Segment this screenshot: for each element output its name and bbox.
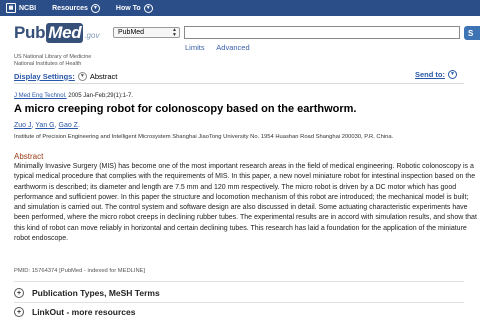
logo-med: Med — [46, 23, 84, 43]
author-link[interactable]: Yan G — [35, 122, 54, 129]
section-label: LinkOut - more resources — [32, 307, 136, 317]
limits-link[interactable]: Limits — [185, 43, 205, 52]
journal-citation: J Med Eng Technol. 2005 Jan-Feb;29(1):1-… — [14, 93, 133, 99]
expand-plus-icon: + — [14, 288, 24, 298]
pmid-line: PMID: 15764374 [PubMed - indexed for MED… — [14, 268, 146, 274]
resources-menu-label: Resources — [52, 4, 88, 12]
chevron-down-icon[interactable]: ▼ — [448, 70, 457, 79]
ncbi-brand-text: NCBI — [19, 4, 37, 12]
divider — [14, 302, 464, 303]
pubmed-header: Pub Med .gov US National Library of Medici… — [0, 16, 480, 68]
chevron-down-icon: ▼ — [143, 3, 153, 13]
send-to-link[interactable]: Send to: — [415, 70, 445, 79]
section-linkout[interactable]: + LinkOut - more resources — [14, 307, 135, 317]
ncbi-logo-icon: ▦ — [6, 3, 16, 13]
logo-pub: Pub — [14, 23, 46, 42]
logo-tagline: US National Library of Medicine National… — [14, 54, 91, 68]
how-to-menu-label: How To — [115, 4, 141, 12]
display-settings-link[interactable]: Display Settings: — [14, 72, 75, 81]
tagline-line-2: National Institutes of Health — [14, 61, 82, 67]
section-label: Publication Types, MeSH Terms — [32, 288, 160, 298]
author-link[interactable]: Gao Z — [59, 122, 78, 129]
ncbi-logo[interactable]: ▦ NCBI — [6, 3, 36, 13]
send-to-control[interactable]: Send to: ▼ — [415, 70, 460, 79]
search-button-label: S — [468, 28, 474, 38]
article-title: A micro creeping robot for colonoscopy b… — [14, 103, 357, 115]
search-input[interactable] — [184, 26, 460, 39]
resources-menu[interactable]: Resources ▼ — [52, 3, 100, 13]
tagline-line-1: US National Library of Medicine — [14, 54, 92, 60]
display-settings-bar: Display Settings: ▼ Abstract Send to: ▼ — [14, 70, 460, 82]
author-affiliation: Institute of Precision Engineering and I… — [14, 134, 394, 140]
abstract-heading: Abstract — [14, 152, 44, 161]
expand-plus-icon: + — [14, 307, 24, 317]
chevron-down-icon: ▼ — [90, 3, 100, 13]
database-select-value: PubMed — [118, 29, 145, 36]
citation-details: 2005 Jan-Feb;29(1):1-7. — [66, 93, 133, 99]
author-link[interactable]: Zuo J — [14, 122, 32, 129]
select-arrows-icon: ▲ ▼ — [172, 27, 177, 38]
divider — [14, 83, 464, 84]
pubmed-logo[interactable]: Pub Med .gov — [14, 23, 99, 43]
logo-gov: .gov — [84, 31, 100, 40]
database-select[interactable]: PubMed ▲ ▼ — [113, 27, 180, 38]
journal-link[interactable]: J Med Eng Technol. — [14, 93, 67, 99]
chevron-down-icon[interactable]: ▼ — [77, 71, 87, 81]
ncbi-top-bar: ▦ NCBI Resources ▼ How To ▼ — [0, 0, 480, 16]
how-to-menu[interactable]: How To ▼ — [115, 3, 153, 13]
display-format-value: Abstract — [89, 71, 118, 81]
section-publication-types[interactable]: + Publication Types, MeSH Terms — [14, 288, 160, 298]
search-links: Limits Advanced — [185, 43, 260, 52]
author-list: Zuo J, Yan G, Gao Z. — [14, 122, 80, 129]
advanced-link[interactable]: Advanced — [216, 43, 249, 52]
abstract-text: Minimally Invasive Surgery (MIS) has bec… — [14, 163, 477, 243]
divider — [14, 281, 464, 282]
search-button[interactable]: S — [464, 26, 480, 40]
